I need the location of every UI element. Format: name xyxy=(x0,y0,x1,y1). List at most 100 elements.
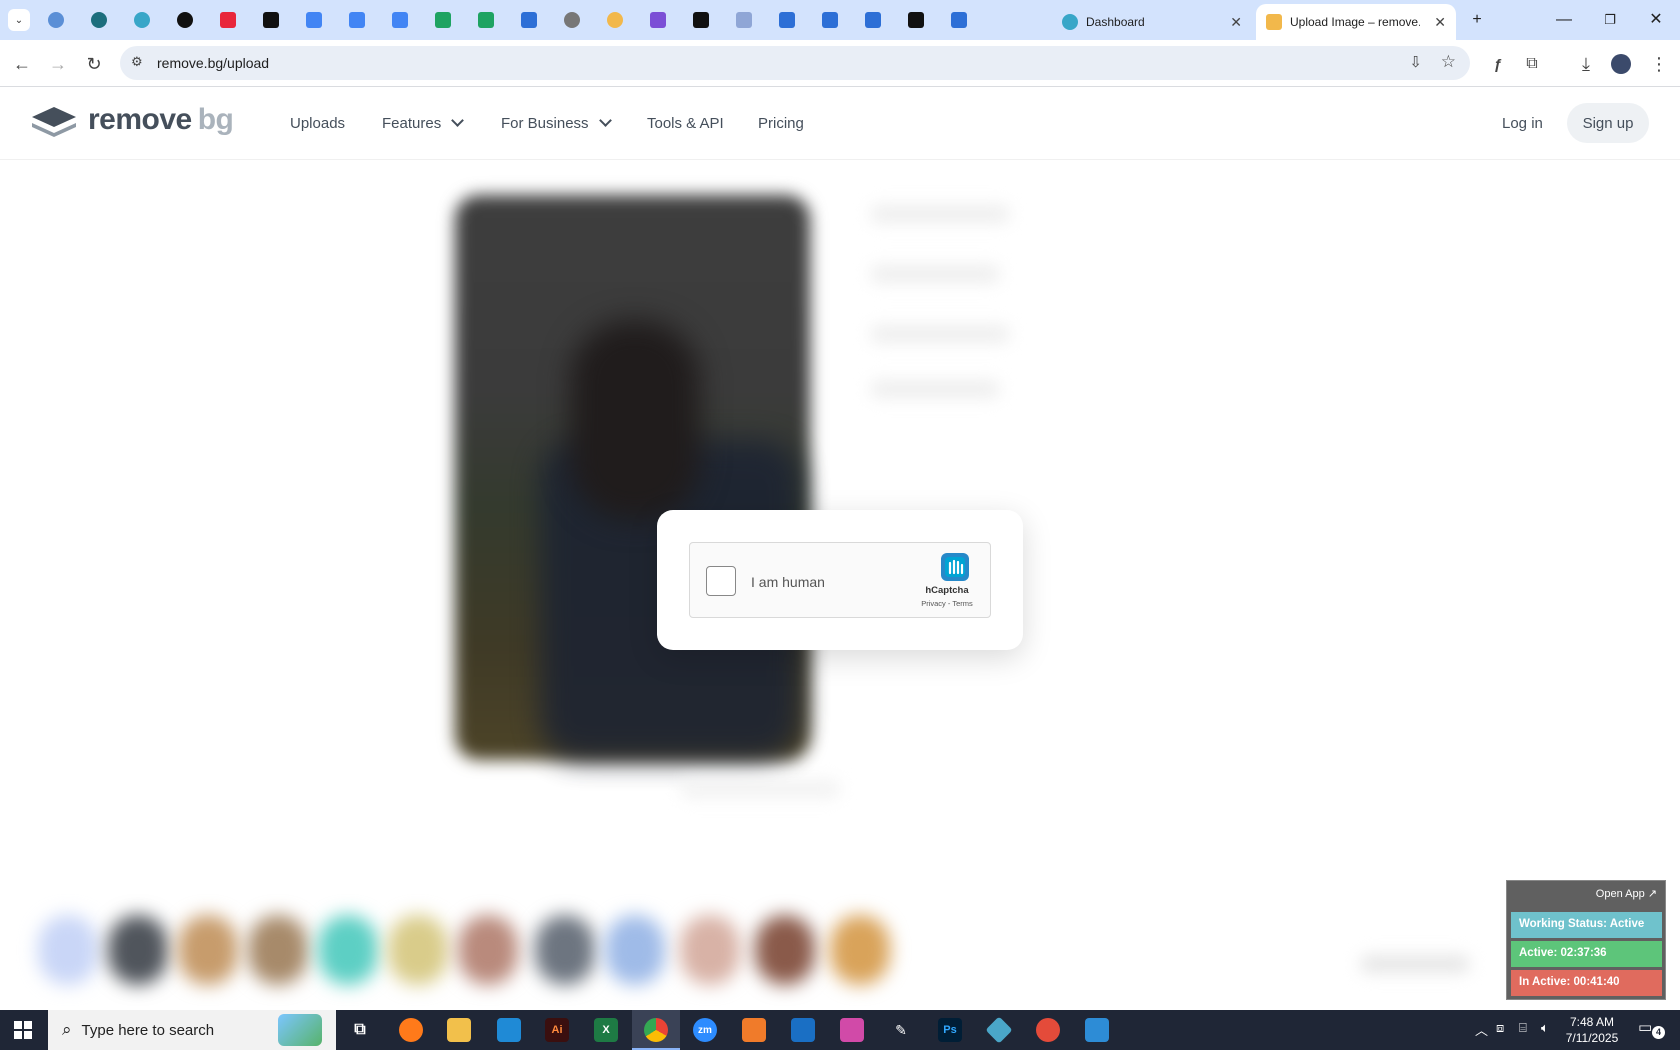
hcaptcha-brand: hCaptcha xyxy=(925,585,969,596)
network-icon[interactable]: ⌸ xyxy=(1519,1020,1527,1036)
pinned-tab[interactable] xyxy=(647,9,669,31)
menu-dots-icon[interactable]: ⋮ xyxy=(1645,50,1673,78)
app-icon[interactable] xyxy=(840,1018,864,1042)
tab-favicon-icon xyxy=(48,12,64,28)
pinned-tab[interactable] xyxy=(862,9,884,31)
tab-upload-image[interactable]: Upload Image – remove. ✕ xyxy=(1256,4,1456,40)
tab-favicon-icon xyxy=(263,12,279,28)
downloads-icon[interactable]: ⤓ xyxy=(1572,50,1600,78)
open-app-link[interactable]: Open App ↗ xyxy=(1596,887,1657,900)
pinned-tab[interactable] xyxy=(88,9,110,31)
nav-pricing[interactable]: Pricing xyxy=(758,115,804,132)
pinned-tab[interactable] xyxy=(776,9,798,31)
pinned-tab[interactable] xyxy=(217,9,239,31)
app-icon[interactable] xyxy=(985,1016,1013,1044)
clock-date: 7/11/2025 xyxy=(1565,1031,1619,1045)
excel-icon[interactable]: X xyxy=(594,1018,618,1042)
hcaptcha-logo-icon xyxy=(938,553,972,583)
profile-avatar[interactable] xyxy=(1607,50,1635,78)
pinned-tab[interactable] xyxy=(518,9,540,31)
captcha-privacy-terms[interactable]: Privacy - Terms xyxy=(912,599,982,608)
address-bar[interactable]: ⚙ remove.bg/upload ⇩ ☆ xyxy=(120,46,1470,80)
chrome-taskbar-button[interactable] xyxy=(632,1010,680,1050)
site-info-icon[interactable]: ⚙ xyxy=(131,54,143,70)
tray-chevron-up-icon[interactable]: ︿ xyxy=(1475,1020,1488,1039)
firefox-icon[interactable] xyxy=(399,1018,423,1042)
extensions-puzzle-icon[interactable]: ⧉ xyxy=(1518,50,1546,78)
signup-button[interactable]: Sign up xyxy=(1567,103,1649,143)
extension-icon[interactable]: ƒ xyxy=(1484,50,1512,78)
install-app-icon[interactable]: ⇩ xyxy=(1409,53,1422,71)
nav-tools-api[interactable]: Tools & API xyxy=(647,115,724,132)
notification-center-icon[interactable]: ▭ 4 xyxy=(1638,1018,1666,1042)
volume-icon[interactable]: 🔈︎ xyxy=(1541,1020,1549,1036)
close-icon[interactable]: ✕ xyxy=(1434,14,1446,31)
site-logo-text[interactable]: remove bg xyxy=(88,103,234,137)
bookmark-star-icon[interactable]: ☆ xyxy=(1441,52,1456,72)
blurred-thumbnail xyxy=(535,915,595,985)
window-close-icon[interactable]: ✕ xyxy=(1634,8,1678,32)
tray-app-icon[interactable]: ⧈ xyxy=(1496,1020,1504,1036)
blurred-thumbnail xyxy=(108,915,168,985)
tab-search-button[interactable]: ⌄ xyxy=(8,9,30,31)
outlook-icon[interactable] xyxy=(791,1018,815,1042)
pinned-tab[interactable] xyxy=(432,9,454,31)
tab-favicon-icon xyxy=(693,12,709,28)
restore-icon[interactable]: ❐ xyxy=(1588,8,1632,32)
minimize-icon[interactable]: — xyxy=(1542,8,1586,32)
pinned-tab[interactable] xyxy=(475,9,497,31)
file-explorer-icon[interactable] xyxy=(447,1018,471,1042)
blurred-thumbnail xyxy=(830,915,890,985)
blurred-thumbnail xyxy=(388,915,448,985)
google-docs-icon xyxy=(306,12,322,28)
tab-favicon-icon xyxy=(908,12,924,28)
captcha-checkbox[interactable] xyxy=(706,566,736,596)
tab-dashboard[interactable]: Dashboard ✕ xyxy=(1052,4,1252,40)
pinned-tab[interactable] xyxy=(561,9,583,31)
nav-for-business[interactable]: For Business xyxy=(501,114,612,132)
app-icon[interactable] xyxy=(1036,1018,1060,1042)
logo-word-remove: remove xyxy=(88,103,192,136)
taskbar-clock[interactable]: 7:48 AM 7/11/2025 xyxy=(1562,1014,1622,1046)
close-icon[interactable]: ✕ xyxy=(1230,14,1242,31)
login-link[interactable]: Log in xyxy=(1502,115,1543,132)
blurred-placeholder xyxy=(680,780,840,798)
pinned-tab[interactable] xyxy=(45,9,67,31)
taskbar-search-box[interactable]: ⌕ Type here to search xyxy=(48,1010,336,1050)
windows-start-icon[interactable] xyxy=(14,1021,32,1039)
vscode-icon[interactable] xyxy=(497,1018,521,1042)
task-view-icon[interactable]: ⧉ xyxy=(348,1018,372,1042)
pinned-tab[interactable] xyxy=(131,9,153,31)
chevron-down-icon xyxy=(598,114,612,127)
removebg-logo-icon[interactable] xyxy=(32,107,77,139)
reload-icon[interactable]: ↻ xyxy=(80,50,108,78)
pinned-tab[interactable] xyxy=(604,9,626,31)
forward-arrow-icon[interactable]: → xyxy=(44,50,72,78)
pinned-tab[interactable] xyxy=(346,9,368,31)
pinned-tab[interactable] xyxy=(260,9,282,31)
pinned-tab[interactable] xyxy=(174,9,196,31)
new-tab-icon[interactable]: + xyxy=(1455,8,1499,32)
tab-favicon-icon xyxy=(91,12,107,28)
zoom-icon[interactable]: zm xyxy=(693,1018,717,1042)
browser-tab-strip: ⌄ Dashboard ✕ Upload Image – remove. ✕ +… xyxy=(0,0,1680,40)
xampp-icon[interactable] xyxy=(742,1018,766,1042)
illustrator-icon[interactable]: Ai xyxy=(545,1018,569,1042)
nav-label: Features xyxy=(382,115,442,132)
active-time-row: Active: 02:37:36 xyxy=(1511,941,1662,967)
photoshop-icon[interactable]: Ps xyxy=(938,1018,962,1042)
pinned-tab[interactable] xyxy=(389,9,411,31)
pinned-tab[interactable] xyxy=(948,9,970,31)
pinned-tab[interactable] xyxy=(819,9,841,31)
back-arrow-icon[interactable]: ← xyxy=(8,50,36,78)
pinned-tab[interactable] xyxy=(733,9,755,31)
pinned-tab[interactable] xyxy=(690,9,712,31)
chevron-down-icon: ⌄ xyxy=(14,14,24,26)
tab-favicon-icon xyxy=(822,12,838,28)
nav-uploads[interactable]: Uploads xyxy=(290,115,345,132)
app-icon[interactable] xyxy=(1085,1018,1109,1042)
pinned-tab[interactable] xyxy=(303,9,325,31)
pinned-tab[interactable] xyxy=(905,9,927,31)
pen-tool-icon[interactable]: ✎ xyxy=(889,1018,913,1042)
nav-features[interactable]: Features xyxy=(382,114,465,132)
